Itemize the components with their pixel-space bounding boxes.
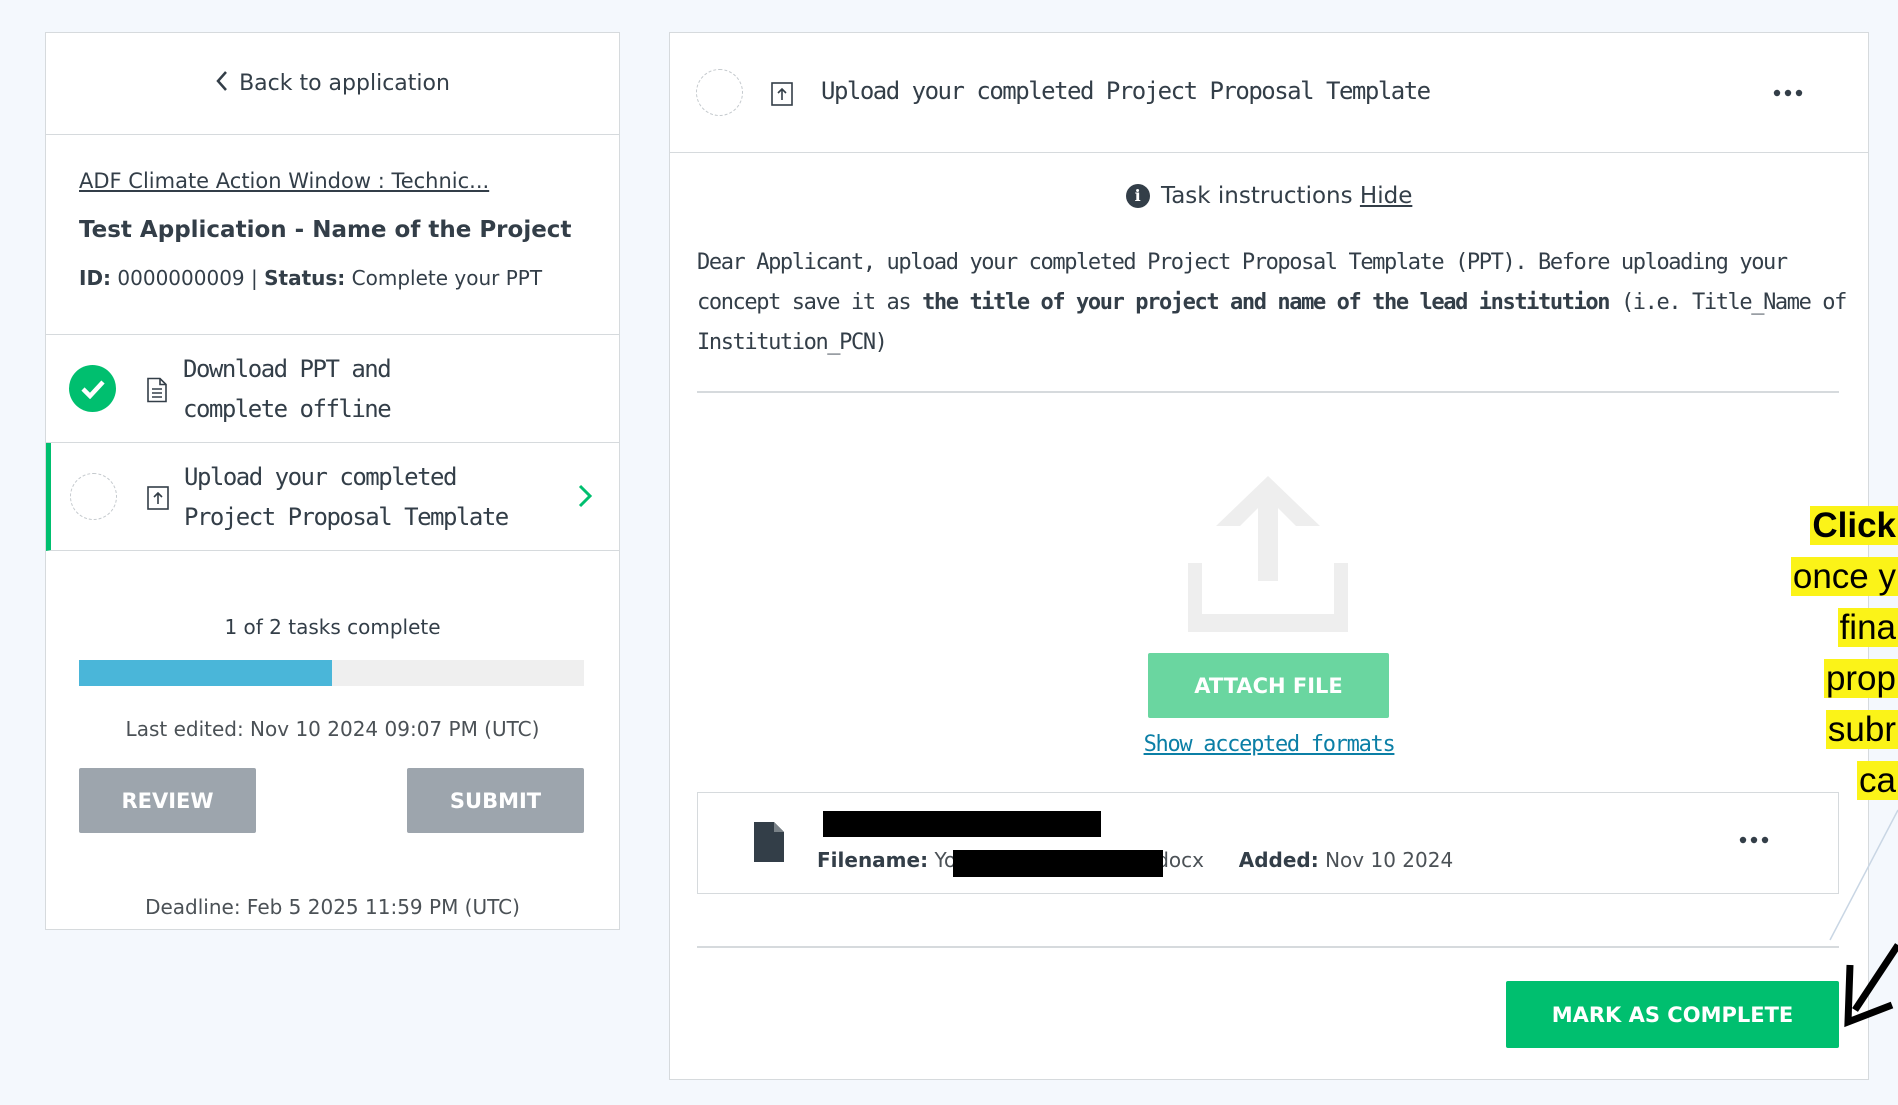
file-icon (754, 822, 784, 862)
annotation-line: Click (1810, 506, 1898, 545)
progress-bar-fill (79, 660, 332, 686)
review-button[interactable]: REVIEW (79, 768, 256, 833)
meta-separator: | (251, 266, 258, 290)
status-label: Status: (264, 266, 346, 290)
task-instructions-text: Dear Applicant, upload your completed Pr… (697, 243, 1847, 363)
dashed-circle-icon (70, 473, 117, 520)
progress-text: 1 of 2 tasks complete (224, 615, 441, 639)
annotation-line: fina (1837, 608, 1898, 647)
task-label-line1: Download PPT and (183, 355, 392, 383)
task-title: Upload your completed Project Proposal T… (821, 77, 1431, 105)
show-accepted-formats-link[interactable]: Show accepted formats (670, 732, 1868, 757)
info-icon: i (1125, 184, 1150, 208)
redacted-file-title (823, 811, 1101, 837)
instructions-bold: the title of your project and name of th… (922, 290, 1610, 315)
mark-as-complete-button[interactable]: MARK AS COMPLETE (1506, 981, 1839, 1048)
id-value: 0000000009 (117, 266, 245, 290)
back-label: Back to application (239, 71, 450, 96)
divider (697, 391, 1839, 393)
annotation-line: subr (1825, 710, 1898, 749)
task-header: Upload your completed Project Proposal T… (670, 33, 1868, 153)
more-horizontal-icon[interactable] (1737, 835, 1771, 845)
filename-label: Filename: (817, 848, 929, 872)
status-value: Complete your PPT (351, 266, 543, 290)
divider (697, 946, 1839, 948)
task-panel: Upload your completed Project Proposal T… (669, 32, 1869, 1080)
application-sidebar: Back to application ADF Climate Action W… (45, 32, 620, 930)
upload-box-icon (147, 486, 169, 510)
annotation-line: prop (1823, 659, 1898, 698)
task-label-line1: Upload your completed (184, 463, 457, 491)
dashed-circle-icon (696, 69, 743, 116)
hide-instructions-link[interactable]: Hide (1360, 183, 1412, 209)
submit-button[interactable]: SUBMIT (407, 768, 584, 833)
annotation-line: once y (1790, 557, 1898, 596)
application-title: Test Application - Name of the Project (79, 217, 572, 243)
task-instructions-header: i Task instructions Hide (670, 183, 1868, 209)
application-info: ADF Climate Action Window : Technic... T… (46, 135, 619, 335)
task-label: Upload your completed Project Proposal T… (184, 457, 509, 537)
document-icon (147, 377, 167, 403)
attach-file-button[interactable]: ATTACH FILE (1148, 653, 1389, 718)
more-horizontal-icon[interactable] (1771, 88, 1805, 98)
upload-box-icon (771, 82, 793, 106)
filename-end: docx (1156, 848, 1204, 872)
back-to-application-link[interactable]: Back to application (46, 33, 619, 135)
task-item-download-ppt[interactable]: Download PPT and complete offline (46, 335, 619, 443)
id-label: ID: (79, 266, 112, 290)
annotation-arrow-icon (1829, 809, 1898, 1028)
upload-arrow-icon (1188, 476, 1348, 632)
redacted-filename (953, 850, 1163, 877)
application-meta: ID: 0000000009 | Status: Complete your P… (79, 266, 542, 290)
deadline: Deadline: Feb 5 2025 11:59 PM (UTC) (145, 895, 520, 919)
chevron-left-icon (215, 70, 229, 98)
progress-bar (79, 660, 584, 686)
task-item-upload-ppt[interactable]: Upload your completed Project Proposal T… (46, 443, 619, 551)
task-label-line2: complete offline (183, 395, 392, 423)
task-instructions-label: Task instructions (1160, 183, 1353, 209)
last-edited: Last edited: Nov 10 2024 09:07 PM (UTC) (125, 717, 540, 741)
program-link[interactable]: ADF Climate Action Window : Technic... (79, 169, 489, 193)
task-label: Download PPT and complete offline (183, 349, 392, 429)
check-circle-icon (69, 365, 116, 412)
added-label: Added: (1238, 848, 1319, 872)
chevron-right-icon (578, 484, 593, 508)
task-label-line2: Project Proposal Template (184, 503, 509, 531)
uploaded-file-card: Filename: Yo docx Added: Nov 10 2024 (697, 792, 1839, 894)
annotation-callout: Click once y fina prop subr ca (1772, 500, 1898, 806)
added-value: Nov 10 2024 (1325, 848, 1454, 872)
